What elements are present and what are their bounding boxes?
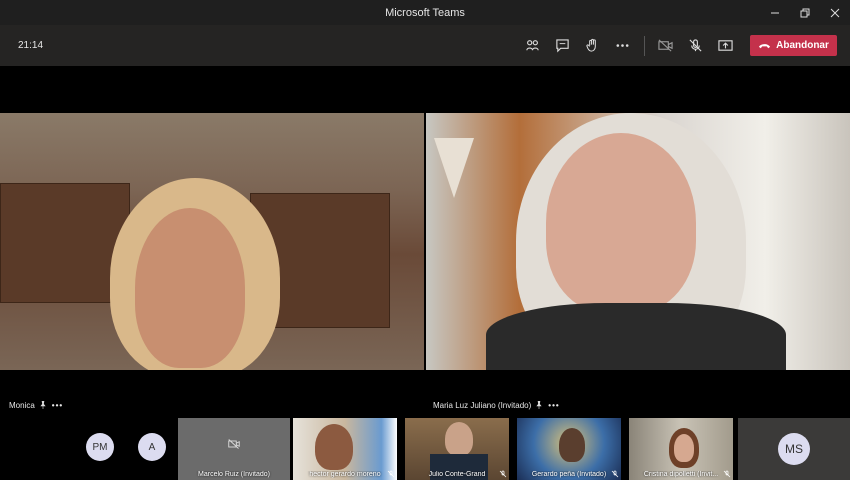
participant-name: Maria Luz Juliano (Invitado) bbox=[433, 400, 532, 410]
participant-tile-label: Marcelo Ruiz (Invitado) bbox=[198, 471, 270, 478]
toolbar-divider bbox=[644, 35, 645, 56]
meeting-controls bbox=[520, 25, 743, 66]
participant-face bbox=[315, 424, 353, 470]
avatar[interactable]: PM bbox=[86, 433, 114, 461]
minimize-icon bbox=[771, 12, 779, 13]
participant-tile-label: Gerardo peña (Invitado) bbox=[531, 471, 607, 478]
participant-name-right: Maria Luz Juliano (Invitado) ••• bbox=[433, 398, 560, 412]
close-icon bbox=[830, 8, 840, 17]
participant-more-button[interactable]: ••• bbox=[548, 401, 559, 410]
participants-button[interactable] bbox=[520, 34, 544, 58]
meeting-stage bbox=[0, 66, 850, 418]
participant-video-maria-luz[interactable] bbox=[426, 113, 850, 370]
share-icon bbox=[717, 40, 733, 51]
participant-tile[interactable]: Julio Conte-Grand bbox=[405, 418, 509, 480]
people-icon bbox=[525, 40, 539, 51]
window-controls bbox=[760, 0, 850, 25]
avatar[interactable]: A bbox=[138, 433, 166, 461]
mic-off-icon bbox=[611, 470, 619, 478]
mic-off-icon bbox=[723, 470, 731, 478]
mic-off-icon bbox=[499, 470, 507, 478]
participant-tile-label: Cristina dipolletti (Invit... bbox=[643, 471, 719, 478]
participant-name-left: Monica ••• bbox=[9, 398, 63, 412]
mic-toggle-button[interactable] bbox=[683, 34, 707, 58]
share-screen-button[interactable] bbox=[713, 34, 737, 58]
more-actions-button[interactable] bbox=[610, 34, 634, 58]
close-button[interactable] bbox=[820, 0, 850, 25]
mic-off-icon bbox=[387, 470, 395, 478]
participant-strip: PM A Marcelo Ruiz (Invitado) hector gera… bbox=[0, 418, 850, 480]
participant-tile-label: Julio Conte-Grand bbox=[428, 471, 486, 478]
participant-face bbox=[135, 208, 245, 368]
participant-tile[interactable]: hector gerardo moreno bbox=[293, 418, 397, 480]
minimize-button[interactable] bbox=[760, 0, 790, 25]
pin-icon bbox=[536, 401, 542, 409]
hang-up-icon bbox=[759, 44, 771, 49]
participant-tile-label: hector gerardo moreno bbox=[309, 471, 381, 478]
maximize-button[interactable] bbox=[790, 0, 820, 25]
chat-button[interactable] bbox=[550, 34, 574, 58]
pin-icon bbox=[40, 401, 46, 409]
participant-tile[interactable]: Cristina dipolletti (Invit... bbox=[629, 418, 733, 480]
participant-tile[interactable]: Marcelo Ruiz (Invitado) bbox=[178, 418, 290, 480]
mic-off-icon bbox=[688, 39, 702, 52]
restore-icon bbox=[800, 8, 810, 17]
participant-face bbox=[445, 422, 473, 456]
participant-face bbox=[546, 133, 696, 313]
leave-label: Abandonar bbox=[776, 40, 829, 51]
camera-toggle-button[interactable] bbox=[653, 34, 677, 58]
camera-off-icon bbox=[228, 439, 240, 449]
meeting-timer: 21:14 bbox=[18, 40, 44, 51]
participant-tile[interactable]: MS bbox=[738, 418, 850, 480]
hand-icon bbox=[585, 38, 596, 52]
participant-name: Monica bbox=[9, 400, 35, 410]
more-icon bbox=[616, 44, 628, 47]
wall-pennant bbox=[434, 138, 474, 198]
participant-more-button[interactable]: ••• bbox=[52, 401, 63, 410]
participant-face bbox=[559, 428, 585, 462]
meeting-toolbar: 21:14 Abandonar bbox=[0, 25, 850, 66]
title-bar: Microsoft Teams bbox=[0, 0, 850, 25]
participant-tile[interactable]: Gerardo peña (Invitado) bbox=[517, 418, 621, 480]
window-title: Microsoft Teams bbox=[385, 6, 465, 19]
participant-face bbox=[674, 434, 694, 462]
chat-icon bbox=[555, 39, 569, 53]
raise-hand-button[interactable] bbox=[580, 34, 604, 58]
avatar: MS bbox=[778, 433, 810, 465]
camera-off-icon bbox=[657, 39, 673, 52]
participant-video-monica[interactable] bbox=[0, 113, 424, 370]
participant-shirt bbox=[486, 303, 786, 370]
leave-button[interactable]: Abandonar bbox=[750, 35, 837, 56]
